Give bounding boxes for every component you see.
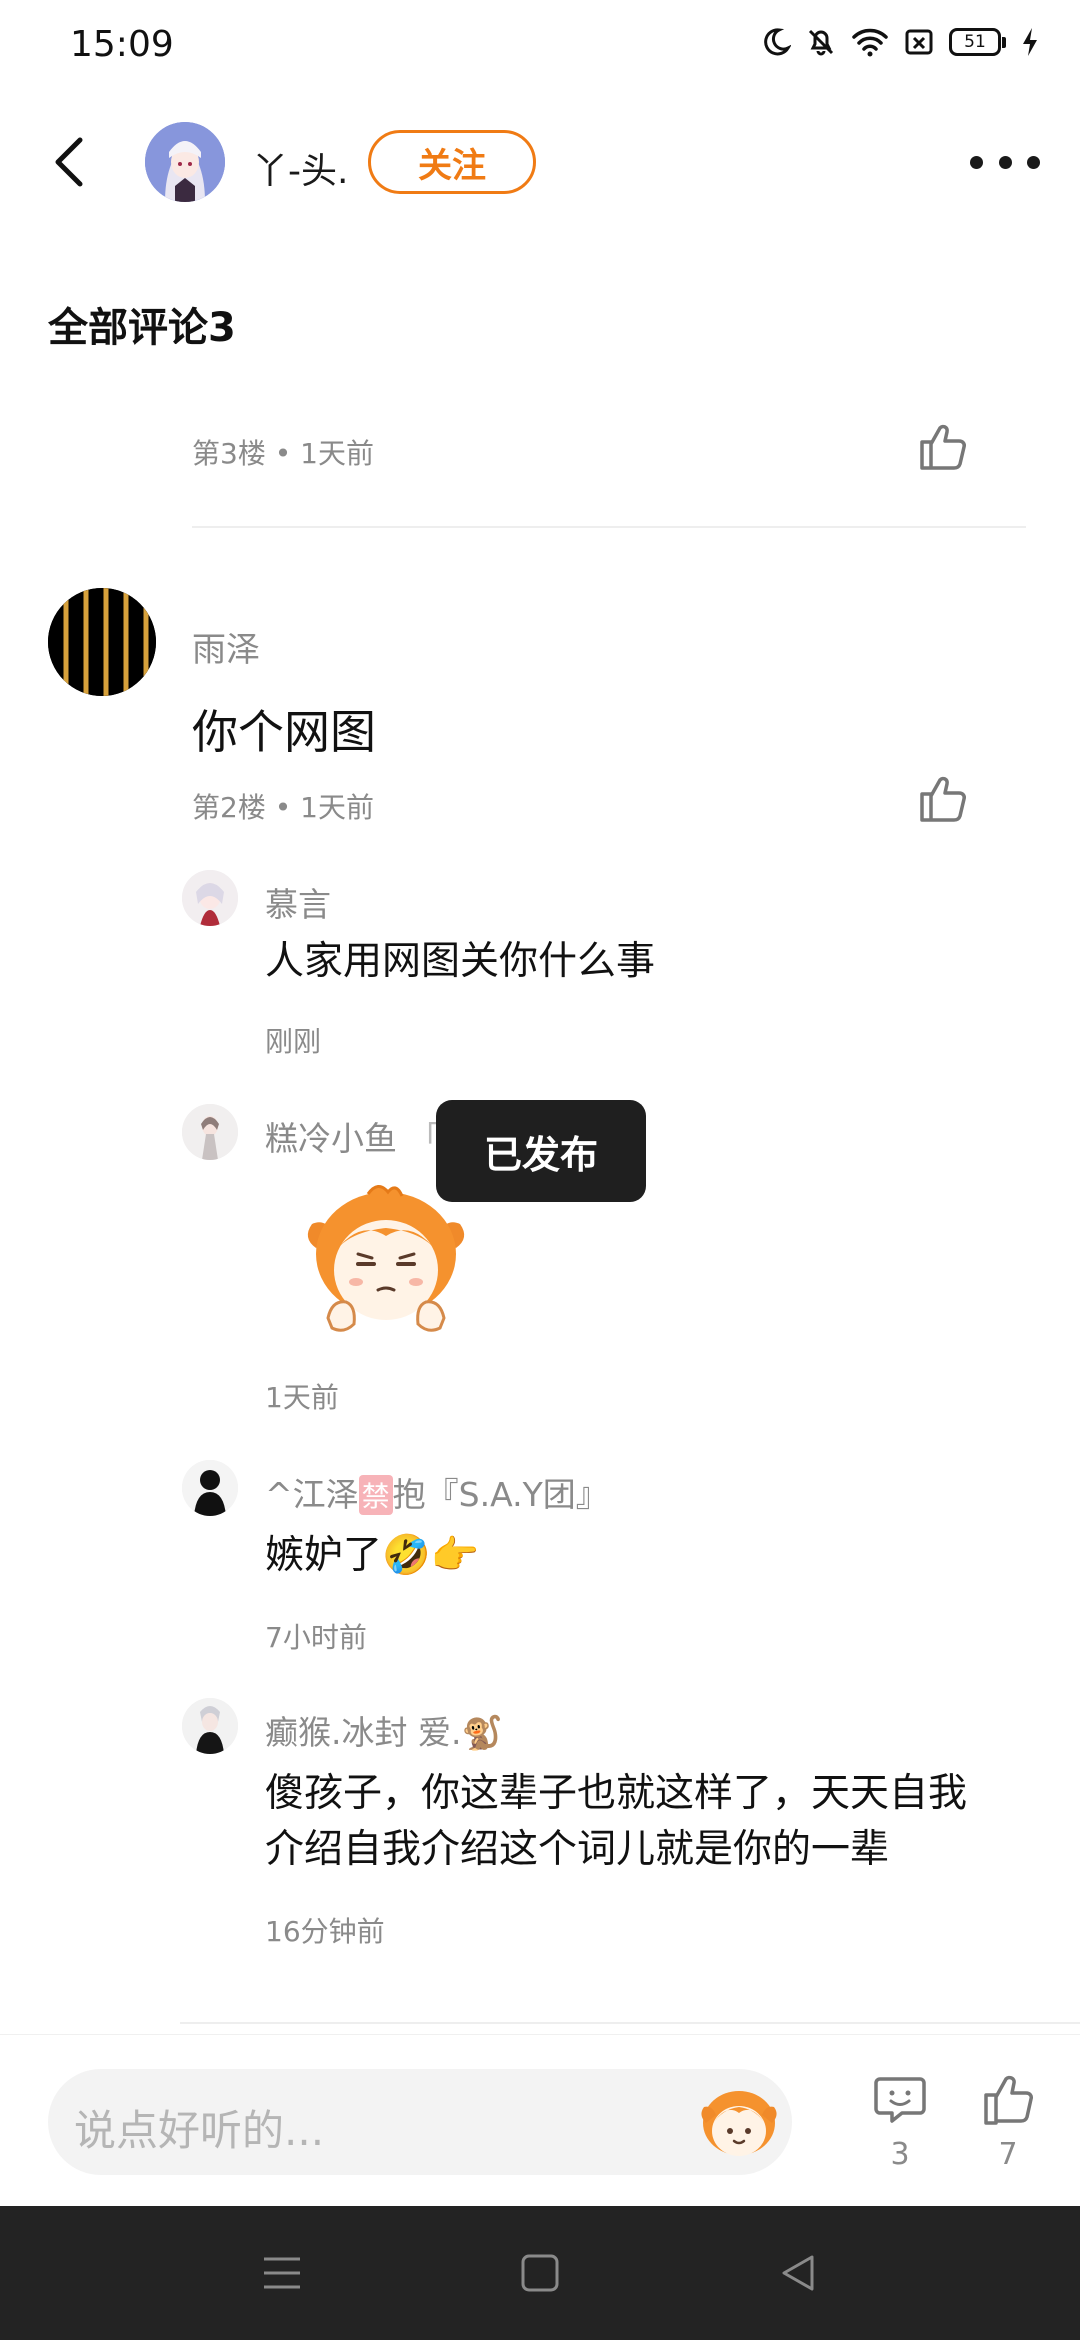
dot-icon — [970, 155, 983, 169]
sim-off-icon — [905, 29, 933, 55]
back-triangle-icon — [782, 2255, 814, 2291]
like-icon — [984, 2075, 1033, 2125]
like-icon[interactable] — [914, 770, 970, 826]
home-nav-button[interactable] — [510, 2243, 570, 2303]
battery-level: 51 — [949, 28, 1001, 56]
floor2-meta: 第2楼 • 1天前 — [192, 791, 374, 824]
status-bar: 15:09 51 — [0, 0, 1080, 95]
comments-action[interactable]: 3 — [865, 2071, 935, 2172]
likes-count: 7 — [998, 2137, 1018, 2172]
author-name[interactable]: 丫-头. — [252, 142, 348, 194]
floor3-meta: 第3楼 • 1天前 — [192, 437, 374, 470]
comment-placeholder: 说点好听的... — [74, 2106, 325, 2155]
ban-tag: 禁 — [358, 1475, 393, 1515]
back-button[interactable] — [40, 132, 100, 192]
comment-input[interactable]: 说点好听的... — [48, 2069, 792, 2175]
moon-icon — [764, 28, 791, 56]
sticker-image — [307, 1185, 465, 1332]
comment-icon — [874, 2077, 926, 2123]
follow-button[interactable]: 关注 — [368, 130, 536, 194]
reply-name[interactable]: 癫猴.冰封 爱.🐒 — [265, 1706, 503, 1754]
reply-content: 人家用网图关你什么事 — [265, 939, 656, 984]
reply-avatar[interactable] — [182, 870, 238, 926]
back-arrow-icon — [55, 137, 83, 187]
reply-avatar[interactable] — [182, 1460, 238, 1516]
header: 丫-头. 关注 — [0, 110, 1080, 215]
status-icons: 51 — [759, 26, 1040, 58]
battery-icon: 51 — [949, 28, 1006, 56]
wifi-icon — [852, 28, 888, 57]
menu-icon — [264, 2257, 300, 2289]
reply-content: 嫉妒了🤣👉 — [265, 1533, 480, 1578]
reply-avatar[interactable] — [182, 1698, 238, 1754]
comments-title: 全部评论3 — [48, 305, 236, 351]
divider — [180, 2022, 1080, 2024]
author-avatar[interactable] — [145, 122, 225, 202]
commenter-avatar[interactable] — [48, 588, 156, 696]
reply-time: 7小时前 — [265, 1621, 367, 1654]
reply-name[interactable]: 慕言 — [265, 878, 331, 926]
menu-nav-button[interactable] — [252, 2243, 312, 2303]
reply-avatar[interactable] — [182, 1104, 238, 1160]
reply-time: 1天前 — [265, 1381, 339, 1414]
dot-icon — [1027, 155, 1040, 169]
toast-published: 已发布 — [436, 1100, 646, 1202]
charging-icon — [1023, 28, 1037, 56]
reply-time: 16分钟前 — [265, 1915, 385, 1948]
home-square-icon — [521, 2254, 559, 2292]
like-icon[interactable] — [914, 418, 970, 474]
commenter-name[interactable]: 雨泽 — [192, 622, 260, 671]
reply-name[interactable]: 糕冷小鱼 「 — [265, 1112, 441, 1160]
dot-icon — [998, 155, 1012, 169]
reply-content: 傻孩子，你这辈子也就这样了，天天自我 介绍自我介绍这个词儿就是你的一辈 — [265, 1771, 968, 1872]
bell-muted-icon — [808, 29, 834, 56]
more-options-button[interactable] — [970, 142, 1040, 182]
status-time: 15:09 — [70, 24, 174, 65]
emoji-sticker-icon[interactable] — [696, 2079, 782, 2165]
comment-bar: 说点好听的... 3 7 — [0, 2034, 1080, 2204]
comment-content: 你个网图 — [192, 705, 376, 759]
system-nav-bar — [0, 2206, 1080, 2340]
reply-name[interactable]: ^江泽 禁抱『S.A.Y团』 — [265, 1468, 609, 1516]
back-nav-button[interactable] — [768, 2243, 828, 2303]
reply-time: 刚刚 — [265, 1025, 322, 1058]
likes-action[interactable]: 7 — [973, 2071, 1043, 2172]
comments-count: 3 — [890, 2137, 910, 2172]
divider — [192, 526, 1026, 528]
